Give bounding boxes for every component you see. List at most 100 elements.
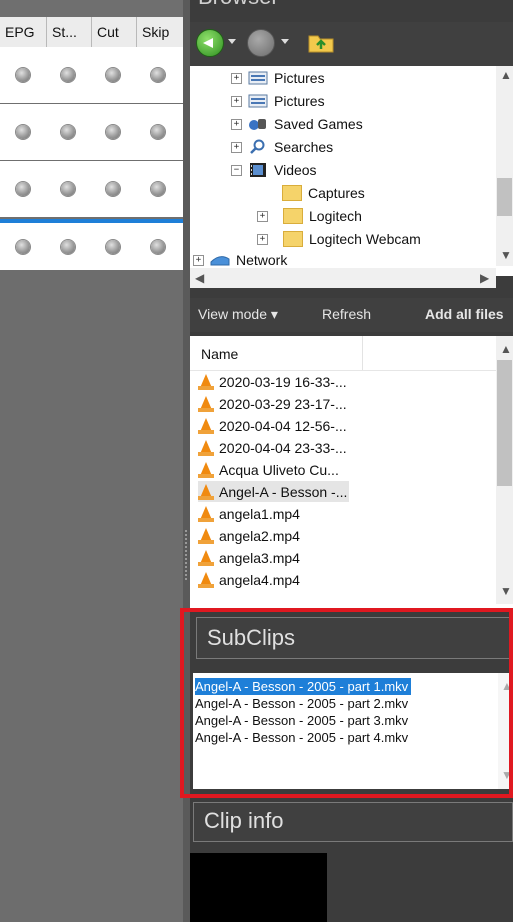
- tree-item[interactable]: + Logitech: [257, 205, 362, 227]
- vlc-file-icon: [198, 439, 214, 456]
- scroll-down-icon[interactable]: ▼: [500, 248, 512, 262]
- column-header-status[interactable]: St...: [47, 17, 92, 47]
- expand-icon[interactable]: +: [257, 233, 268, 245]
- scroll-up-icon[interactable]: ▲: [500, 68, 512, 82]
- status-dot-icon: [105, 182, 120, 196]
- grid-cell[interactable]: [0, 104, 45, 160]
- tree-item-label: Captures: [308, 185, 365, 201]
- vlc-file-icon: [198, 483, 214, 500]
- grid-cell[interactable]: [0, 47, 45, 103]
- column-divider[interactable]: [362, 336, 363, 370]
- column-header-skip[interactable]: Skip: [137, 17, 183, 47]
- expand-icon[interactable]: +: [231, 72, 242, 84]
- subclips-highlight-box: [180, 608, 513, 798]
- grid-cell[interactable]: [45, 47, 90, 103]
- status-dot-icon: [150, 68, 165, 82]
- expand-icon[interactable]: +: [231, 118, 242, 130]
- forward-arrow-icon[interactable]: [247, 29, 275, 57]
- file-item[interactable]: Acqua Uliveto Cu...: [198, 459, 339, 480]
- column-header-epg[interactable]: EPG: [0, 17, 47, 47]
- status-dot-icon: [60, 239, 75, 254]
- file-item[interactable]: 2020-04-04 12-56-...: [198, 415, 347, 436]
- view-mode-dropdown[interactable]: View mode ▾: [198, 306, 278, 323]
- file-item[interactable]: angela3.mp4: [198, 547, 300, 568]
- pictures-library-icon: [248, 71, 268, 85]
- tree-item[interactable]: + Pictures: [231, 90, 325, 112]
- tree-item[interactable]: Captures: [282, 182, 365, 204]
- scroll-right-icon[interactable]: ▶: [480, 271, 489, 285]
- file-item[interactable]: 2020-03-19 16-33-...: [198, 371, 347, 392]
- vlc-file-icon: [198, 505, 214, 522]
- tree-item[interactable]: + Pictures: [231, 67, 325, 89]
- grid-row[interactable]: [0, 223, 183, 270]
- collapse-icon[interactable]: −: [231, 164, 242, 176]
- scroll-down-icon[interactable]: ▼: [500, 584, 512, 598]
- tree-item-label: Network: [236, 252, 288, 268]
- grid-cell[interactable]: [135, 223, 180, 270]
- grid-cell[interactable]: [135, 161, 180, 217]
- grid-cell[interactable]: [0, 161, 45, 217]
- grid-header: EPG St... Cut Skip: [0, 17, 183, 47]
- file-item[interactable]: 2020-04-04 23-33-...: [198, 437, 347, 458]
- clip-info-header[interactable]: Clip info: [193, 802, 513, 842]
- expand-icon[interactable]: +: [193, 254, 204, 266]
- file-item-selected[interactable]: Angel-A - Besson -...: [198, 481, 350, 502]
- folder-up-icon[interactable]: [308, 31, 334, 53]
- back-history-dropdown-icon[interactable]: [228, 39, 236, 44]
- grid-cell[interactable]: [90, 223, 135, 270]
- recordings-grid-pane: EPG St... Cut Skip: [0, 0, 183, 922]
- grid-row[interactable]: [0, 47, 183, 103]
- grid-cell[interactable]: [45, 161, 90, 217]
- vlc-file-icon: [198, 417, 214, 434]
- file-list[interactable]: Name 2020-03-19 16-33-... 2020-03-29 23-…: [190, 336, 513, 608]
- grid-cell[interactable]: [90, 104, 135, 160]
- forward-history-dropdown-icon[interactable]: [281, 39, 289, 44]
- search-folder-icon: [250, 139, 265, 154]
- file-name: 2020-03-29 23-17-...: [219, 395, 347, 412]
- grid-cell[interactable]: [0, 223, 45, 270]
- tree-vertical-scrollbar[interactable]: ▲ ▼: [496, 66, 513, 266]
- column-header-cut[interactable]: Cut: [92, 17, 137, 47]
- column-header-name[interactable]: Name: [201, 346, 238, 362]
- grid-row[interactable]: [0, 104, 183, 160]
- file-name: 2020-04-04 23-33-...: [219, 439, 347, 456]
- expand-icon[interactable]: +: [257, 210, 268, 222]
- file-item[interactable]: angela2.mp4: [198, 525, 300, 546]
- tree-item[interactable]: − Videos: [231, 159, 317, 181]
- scroll-up-icon[interactable]: ▲: [500, 342, 512, 356]
- pictures-library-icon: [248, 94, 268, 108]
- tree-item[interactable]: + Logitech Webcam: [257, 228, 421, 250]
- back-arrow-icon[interactable]: [196, 29, 224, 57]
- file-item[interactable]: angela4.mp4: [198, 569, 300, 590]
- file-list-scroll-thumb[interactable]: [497, 360, 512, 486]
- grid-cell[interactable]: [45, 104, 90, 160]
- grid-cell[interactable]: [90, 161, 135, 217]
- grid-cell[interactable]: [135, 47, 180, 103]
- expand-icon[interactable]: +: [231, 141, 242, 153]
- tree-scroll-thumb[interactable]: [497, 178, 512, 216]
- refresh-button[interactable]: Refresh: [322, 306, 371, 322]
- status-dot-icon: [15, 125, 30, 139]
- file-list-header: Name: [190, 336, 496, 371]
- vlc-file-icon: [198, 373, 214, 390]
- view-mode-label: View mode: [198, 306, 268, 322]
- folder-tree[interactable]: + Pictures + Pictures + Saved Games + Se…: [190, 66, 513, 276]
- vlc-file-icon: [198, 461, 214, 478]
- status-dot-icon: [60, 125, 75, 139]
- tree-item[interactable]: + Searches: [231, 136, 333, 158]
- file-item[interactable]: 2020-03-29 23-17-...: [198, 393, 347, 414]
- file-item[interactable]: angela1.mp4: [198, 503, 300, 524]
- grid-cell[interactable]: [90, 47, 135, 103]
- tree-item[interactable]: + Saved Games: [231, 113, 363, 135]
- vlc-file-icon: [198, 549, 214, 566]
- grid-cell[interactable]: [45, 223, 90, 270]
- grid-row[interactable]: [0, 161, 183, 217]
- grid-cell[interactable]: [135, 104, 180, 160]
- status-dot-icon: [150, 182, 165, 196]
- splitter-grip-icon[interactable]: [185, 530, 187, 580]
- expand-icon[interactable]: +: [231, 95, 242, 107]
- scroll-left-icon[interactable]: ◀: [195, 271, 204, 285]
- add-all-files-button[interactable]: Add all files: [425, 306, 504, 322]
- tree-horizontal-scrollbar[interactable]: ◀ ▶: [190, 268, 496, 288]
- tree-item-label: Pictures: [274, 93, 325, 109]
